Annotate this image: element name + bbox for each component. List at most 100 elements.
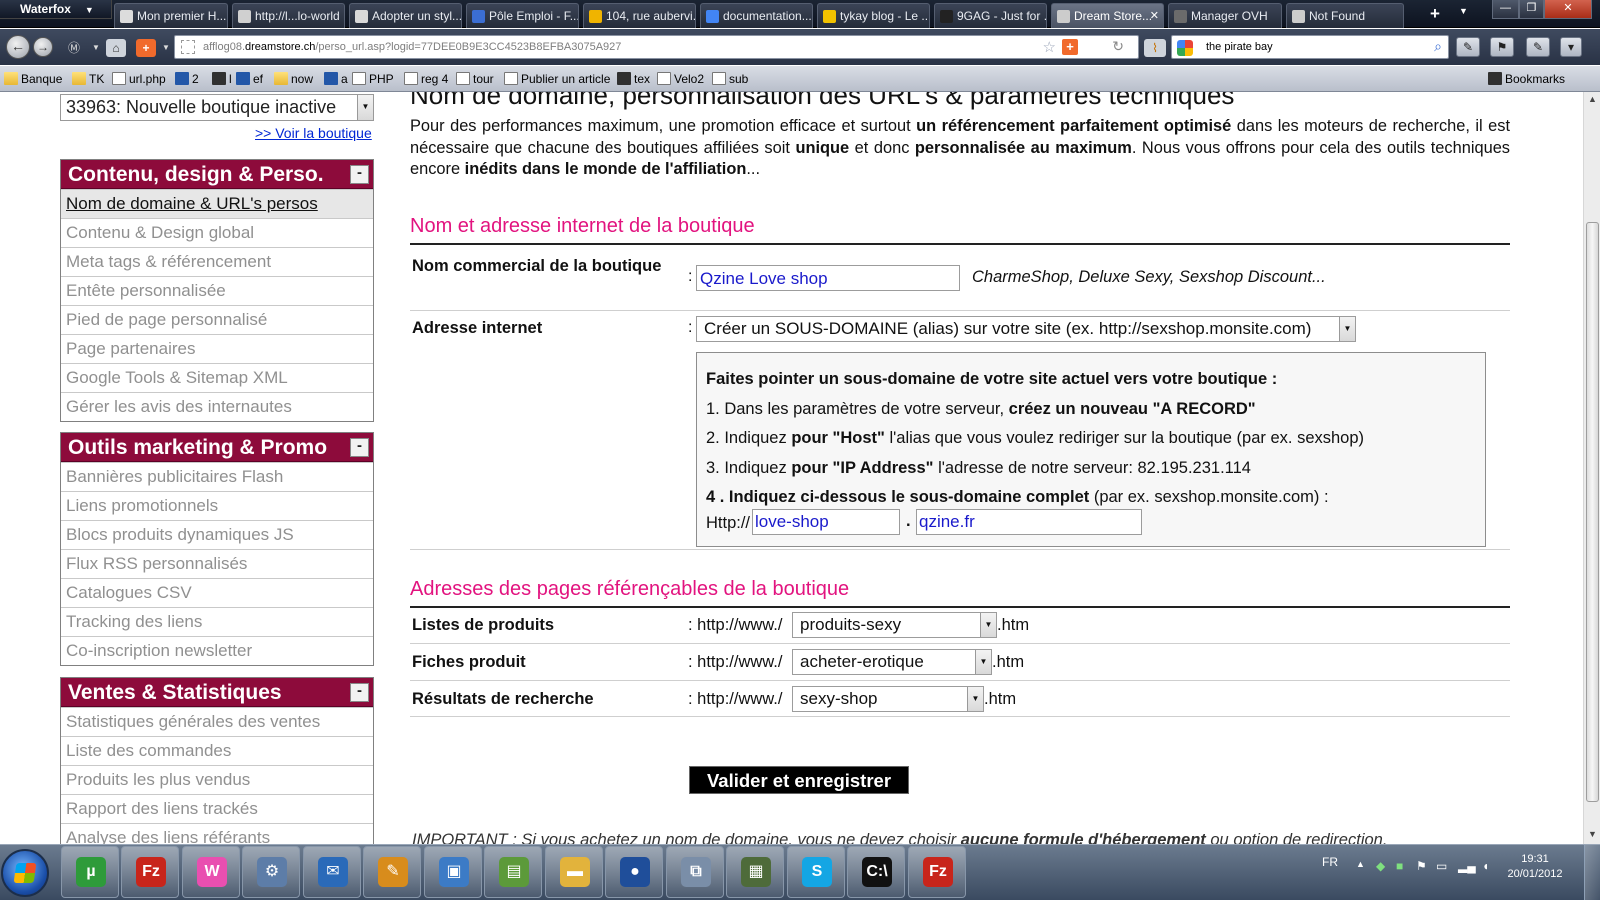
back-button[interactable]: ← [6,35,30,59]
menu-item[interactable]: Contenu & Design global [61,218,373,247]
bookmark-star-icon[interactable]: ☆ [1043,38,1056,56]
menu-item[interactable]: Rapport des liens trackés [61,794,373,823]
bookmark-item[interactable]: now [274,72,313,86]
taskbar-app-thunderbird[interactable]: ✉ [303,846,361,898]
menu-item[interactable]: Statistiques générales des ventes [61,707,373,736]
taskbar-app-gnumeric[interactable]: ▤ [484,846,542,898]
chevron-down-icon[interactable]: ▼ [357,95,373,120]
shop-select[interactable]: 33963: Nouvelle boutique inactive ▼ [60,94,374,121]
tab[interactable]: 104, rue aubervi... [583,3,696,28]
bookmark-item[interactable]: l [212,72,232,86]
tab[interactable]: documentation... [700,3,813,28]
bookmark-item[interactable]: url.php [112,72,166,86]
taskbar-app-skype[interactable]: S [787,846,845,898]
bookmark-item[interactable]: tour [456,72,494,86]
menu-item[interactable]: Catalogues CSV [61,578,373,607]
address-type-select[interactable]: Créer un SOUS-DOMAINE (alias) sur votre … [696,316,1356,342]
bookmark-item[interactable]: tex [617,72,650,86]
close-window-button[interactable]: ✕ [1544,0,1592,19]
menu-item[interactable]: Gérer les avis des internautes [61,392,373,421]
bookmark-item[interactable]: 2 [175,72,199,86]
search-results-url-select[interactable]: sexy-shop ▼ [792,686,984,712]
subdomain-input[interactable]: love-shop [752,509,900,535]
signal-icon[interactable]: ▂▄ [1458,859,1476,873]
bookmark-item[interactable]: ef [236,72,263,86]
products-list-url-select[interactable]: produits-sexy ▼ [792,612,997,638]
taskbar-app-putty[interactable]: ▦ [726,846,784,898]
menu-item[interactable]: Liens promotionnels [61,491,373,520]
tab[interactable]: Dream Store... ✕ [1051,3,1164,28]
chevron-down-icon[interactable]: ▼ [975,650,991,674]
tray-expand-icon[interactable]: ▲ [1356,859,1365,869]
menu-icon[interactable]: ▾ [1560,37,1582,57]
rss-icon[interactable]: ⌇ [1144,39,1166,57]
taskbar-app-notepad-plus[interactable]: ✎ [363,846,421,898]
bookmark-item[interactable]: reg 4 [404,72,448,86]
taskbar-app-filezilla-2[interactable]: Fz [908,846,966,898]
menu-item[interactable]: Liste des commandes [61,736,373,765]
menu-item[interactable]: Pied de page personnalisé [61,305,373,334]
taskbar-app-remote-desktop[interactable]: ⧉ [666,846,724,898]
home-button[interactable]: ⌂ [106,39,126,57]
battery-icon[interactable]: ▭ [1436,859,1447,873]
addon-icon[interactable]: ⚑ [1490,37,1514,57]
search-bar[interactable]: the pirate bay ⌕ [1171,35,1449,59]
tab[interactable]: Pôle Emploi - F... [466,3,579,28]
clock[interactable]: 19:31 20/01/2012 [1500,852,1570,882]
chevron-down-icon[interactable]: ▼ [980,613,996,637]
bookmark-item[interactable]: Publier un article [504,72,610,86]
menu-item[interactable]: Flux RSS personnalisés [61,549,373,578]
tab[interactable]: Not Found [1286,3,1404,28]
bookmark-item[interactable]: Velo2 [657,72,704,86]
show-desktop-button[interactable] [1584,845,1600,900]
taskbar-app-network-tool[interactable]: ⚙ [242,846,300,898]
menu-item[interactable]: Co-inscription newsletter [61,636,373,665]
chevron-down-icon[interactable]: ▼ [967,687,983,711]
bookmark-item[interactable]: Banque [4,72,62,86]
tab[interactable]: Manager OVH [1168,3,1282,28]
wrench-icon[interactable]: ✎ [1456,37,1480,57]
search-icon[interactable]: ⌕ [1434,38,1442,55]
network-status-icon[interactable]: ◆ [1376,859,1385,873]
flag-tray-icon[interactable]: ⚑ [1416,859,1427,873]
menu-item[interactable]: Entête personnalisée [61,276,373,305]
save-button[interactable]: Valider et enregistrer [689,766,909,794]
chevron-down-icon[interactable]: ▼ [1339,317,1355,341]
taskbar-app-waterfox[interactable]: ● [605,846,663,898]
tab[interactable]: Mon premier H... [114,3,228,28]
menu-item[interactable]: Google Tools & Sitemap XML [61,363,373,392]
history-icon[interactable]: Ⓜ [64,39,84,57]
menu-item[interactable]: Produits les plus vendus [61,765,373,794]
bookmark-item[interactable]: sub [712,72,748,86]
start-button[interactable] [1,849,49,897]
app-menu-button[interactable]: Waterfox ▼ [0,0,112,19]
tab-list-icon[interactable]: ▼ [1459,6,1468,16]
addon-dropdown-icon[interactable]: ▼ [156,39,176,57]
reload-icon[interactable]: ↻ [1112,38,1124,55]
bookmark-item[interactable]: a [324,72,348,86]
taskbar-app-cmd[interactable]: C:\ [847,846,905,898]
bookmarks-menu[interactable]: Bookmarks [1488,72,1565,86]
addon-plus-icon[interactable]: + [136,39,156,57]
menu-item[interactable]: Analyse des liens référants [61,823,373,844]
scrollbar-thumb[interactable] [1586,222,1599,802]
google-icon[interactable] [1177,40,1193,56]
domain-input[interactable]: qzine.fr [916,509,1142,535]
menu-item[interactable]: Nom de domaine & URL's persos [61,189,373,218]
collapse-icon[interactable]: - [350,438,369,457]
scroll-down-icon[interactable]: ▼ [1588,829,1597,839]
vertical-scrollbar[interactable]: ▲ ▼ [1583,92,1600,844]
collapse-icon[interactable]: - [350,165,369,184]
minimize-button[interactable]: — [1492,0,1519,19]
utorrent-tray-icon[interactable]: ■ [1396,859,1403,873]
taskbar-app-explorer[interactable]: ▬ [545,846,603,898]
bookmark-item[interactable]: PHP [352,72,394,86]
tab[interactable]: Adopter un styl... [349,3,462,28]
tab[interactable]: tykay blog - Le ... [817,3,930,28]
menu-item[interactable]: Tracking des liens [61,607,373,636]
scroll-up-icon[interactable]: ▲ [1588,94,1597,104]
tools-icon[interactable]: ✎ [1526,37,1550,57]
site-identity-icon[interactable] [181,40,195,54]
menu-item[interactable]: Page partenaires [61,334,373,363]
menu-item[interactable]: Bannières publicitaires Flash [61,462,373,491]
